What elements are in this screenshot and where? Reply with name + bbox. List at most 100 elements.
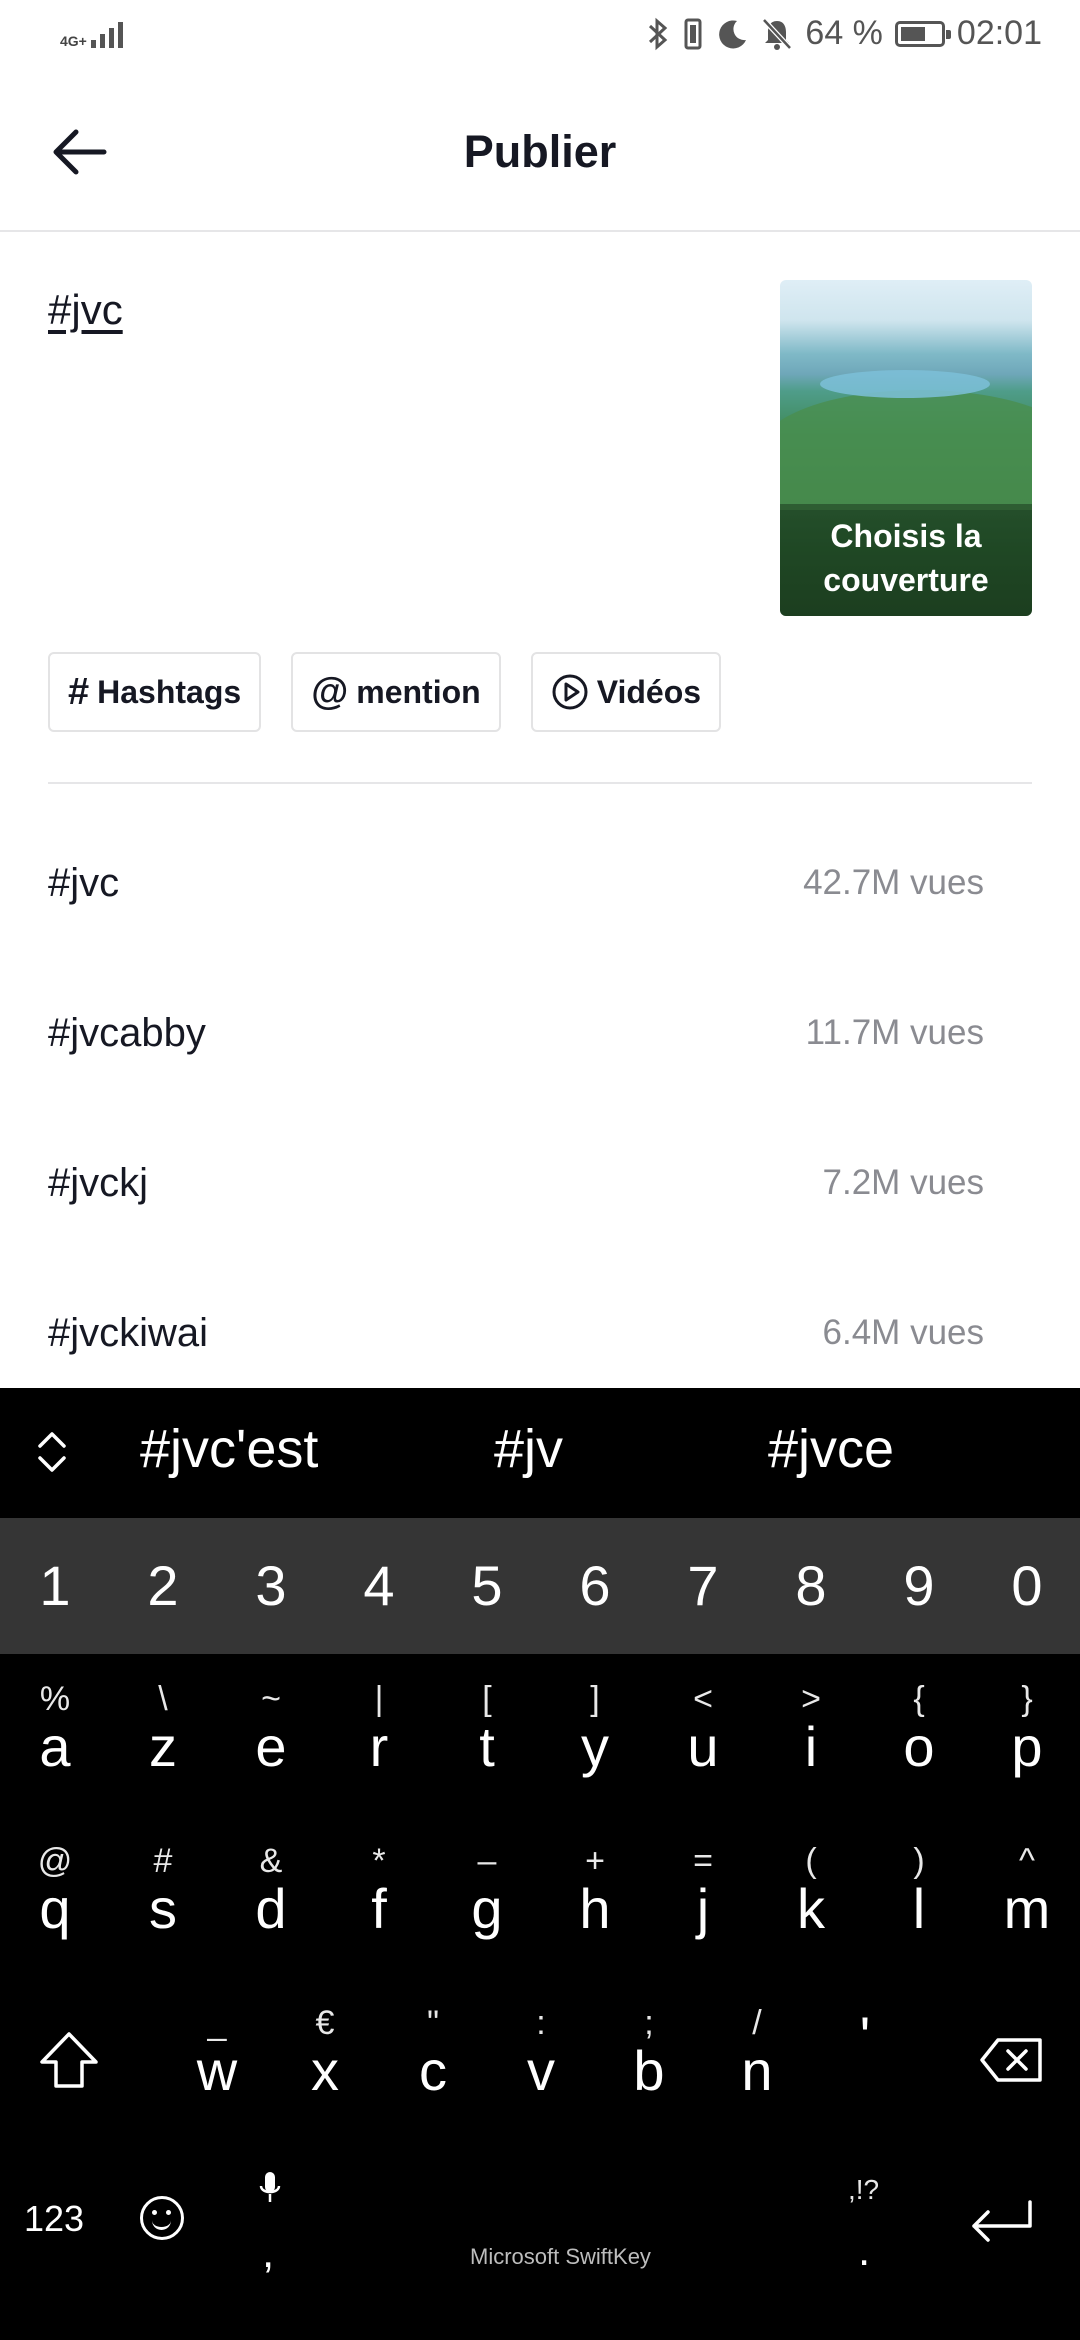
- view-count: 11.7M vues: [805, 1013, 984, 1052]
- videos-chip[interactable]: Vidéos: [530, 652, 722, 732]
- key-q[interactable]: @ q: [1, 1844, 109, 1940]
- cover-thumbnail-hill: [780, 390, 1032, 510]
- key-w[interactable]: _ w: [163, 2006, 271, 2102]
- key-secondary: {: [913, 1680, 925, 1718]
- key-secondary: ^: [1019, 1842, 1035, 1880]
- key-6[interactable]: 6: [541, 1518, 649, 1654]
- key-letter: c: [419, 2039, 447, 2102]
- key-secondary: =: [693, 1842, 713, 1880]
- key-e[interactable]: ~ e: [217, 1682, 325, 1778]
- hashtag-icon: #: [68, 670, 90, 713]
- key-secondary: ): [913, 1842, 925, 1880]
- key-letter: b: [633, 2039, 665, 2102]
- key-letter: ': [859, 2005, 871, 2068]
- key-letter: g: [471, 1877, 503, 1940]
- key-j[interactable]: = j: [649, 1844, 757, 1940]
- key-t[interactable]: [t: [433, 1682, 541, 1778]
- punctuation-hint: ,!?: [848, 2174, 880, 2205]
- key-secondary: %: [39, 1680, 71, 1718]
- hashtag-text: #jvc: [48, 860, 120, 905]
- key-3[interactable]: 3: [217, 1518, 325, 1654]
- header: Publier: [0, 76, 1080, 232]
- key-letter: m: [1003, 1877, 1051, 1940]
- key-letter: l: [912, 1877, 926, 1940]
- key-k[interactable]: (k: [757, 1844, 865, 1940]
- videos-label: Vidéos: [596, 673, 702, 710]
- key-letter: x: [311, 2039, 339, 2102]
- cover-selector[interactable]: Choisis la couverture: [780, 280, 1032, 616]
- key-secondary: @: [37, 1842, 73, 1880]
- key-h[interactable]: + h: [541, 1844, 649, 1940]
- key-g[interactable]: – g: [433, 1844, 541, 1940]
- comma-key[interactable]: ,: [262, 2228, 274, 2278]
- key-secondary: ]: [590, 1680, 600, 1718]
- enter-key-icon[interactable]: [966, 2196, 1036, 2246]
- word-suggestion[interactable]: #jvce: [768, 1418, 894, 1480]
- key-c[interactable]: " c: [379, 2006, 487, 2102]
- period-key[interactable]: .: [858, 2226, 870, 2276]
- key-8[interactable]: 8: [757, 1518, 865, 1654]
- numbers-key[interactable]: 123: [24, 2198, 84, 2240]
- list-item[interactable]: #jvckiwai 6.4M vues: [48, 1258, 984, 1408]
- caption-input[interactable]: #jvc: [48, 286, 123, 334]
- key-b[interactable]: ; b: [595, 2006, 703, 2102]
- expand-toolbar-icon[interactable]: [30, 1428, 74, 1476]
- key-7[interactable]: 7: [649, 1518, 757, 1654]
- play-circle-icon: [552, 674, 588, 710]
- key-n[interactable]: / n: [703, 2006, 811, 2102]
- mention-chip[interactable]: @ mention: [291, 652, 501, 732]
- key-secondary: /: [752, 2004, 762, 2042]
- key-4[interactable]: 4: [325, 1518, 433, 1654]
- key-x[interactable]: € x: [271, 2006, 379, 2102]
- list-item[interactable]: #jvc 42.7M vues: [48, 808, 984, 958]
- key-p[interactable]: } p: [973, 1682, 1080, 1778]
- list-item[interactable]: #jvcabby 11.7M vues: [48, 958, 984, 1108]
- spacebar[interactable]: Microsoft SwiftKey: [470, 2244, 651, 2270]
- cover-thumbnail-water: [820, 370, 990, 398]
- vibrate-icon: [684, 18, 702, 49]
- at-icon: @: [311, 670, 349, 713]
- key-9[interactable]: 9: [865, 1518, 973, 1654]
- key-1[interactable]: 1: [1, 1518, 109, 1654]
- network-type: 4G+: [60, 33, 87, 49]
- shift-key-icon[interactable]: [36, 2028, 102, 2094]
- bluetooth-icon: [649, 17, 668, 50]
- key-0[interactable]: 0: [973, 1518, 1080, 1654]
- key-letter: k: [797, 1877, 825, 1940]
- hashtag-text: #jvcabby: [48, 1010, 206, 1055]
- key-secondary: ~: [261, 1680, 281, 1718]
- backspace-key-icon[interactable]: [978, 2036, 1046, 2084]
- key-secondary: *: [372, 1842, 386, 1880]
- key-m[interactable]: ^ m: [973, 1844, 1080, 1940]
- key-l[interactable]: ) l: [865, 1844, 973, 1940]
- key-v[interactable]: :v: [487, 2006, 595, 2102]
- key-secondary: <: [693, 1680, 713, 1718]
- mention-label: mention: [356, 673, 481, 710]
- emoji-key-icon[interactable]: [140, 2196, 184, 2240]
- key-apostrophe[interactable]: ': [811, 2006, 919, 2068]
- divider: [48, 782, 1032, 784]
- clock: 02:01: [956, 14, 1042, 52]
- key-5[interactable]: 5: [433, 1518, 541, 1654]
- key-o[interactable]: {o: [865, 1682, 973, 1778]
- key-d[interactable]: & d: [217, 1844, 325, 1940]
- key-s[interactable]: # s: [109, 1844, 217, 1940]
- microphone-icon[interactable]: [258, 2170, 282, 2206]
- key-u[interactable]: < u: [649, 1682, 757, 1778]
- key-i[interactable]: > i: [757, 1682, 865, 1778]
- word-suggestion[interactable]: #jv: [494, 1418, 563, 1480]
- key-letter: a: [39, 1715, 71, 1778]
- hashtags-chip[interactable]: # Hashtags: [48, 652, 262, 732]
- key-f[interactable]: * f: [325, 1844, 433, 1940]
- key-a[interactable]: % a: [1, 1682, 109, 1778]
- key-r[interactable]: | r: [325, 1682, 433, 1778]
- view-count: 6.4M vues: [822, 1313, 984, 1352]
- key-2[interactable]: 2: [109, 1518, 217, 1654]
- key-secondary: }: [1021, 1680, 1033, 1718]
- key-y[interactable]: ] y: [541, 1682, 649, 1778]
- number-row: 1 2 3 4 5 6 7 8 9 0: [0, 1518, 1080, 1654]
- key-z[interactable]: \ z: [109, 1682, 217, 1778]
- key-letter: z: [149, 1715, 177, 1778]
- word-suggestion[interactable]: #jvc'est: [140, 1418, 318, 1480]
- list-item[interactable]: #jvckj 7.2M vues: [48, 1108, 984, 1258]
